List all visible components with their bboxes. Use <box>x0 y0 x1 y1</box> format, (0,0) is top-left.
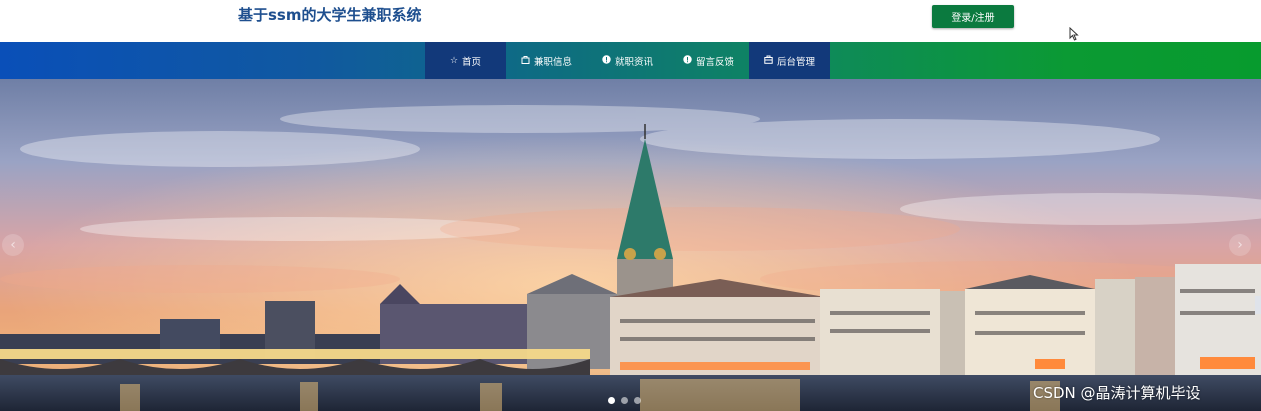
nav-item-label: 留言反馈 <box>695 56 734 68</box>
nav-item-feedback[interactable]: 留言反馈 <box>668 42 749 79</box>
star-icon: ☆ <box>449 55 459 66</box>
nav-item-label: 后台管理 <box>776 56 815 68</box>
hero-image <box>0 79 1261 411</box>
watermark: CSDN @晶涛计算机毕设 <box>1033 384 1201 402</box>
info-icon <box>602 54 611 67</box>
carousel-dot[interactable] <box>608 397 615 404</box>
login-register-button[interactable]: 登录/注册 <box>932 5 1014 28</box>
scroll-edge-tab[interactable] <box>1255 296 1261 314</box>
mouse-cursor-icon <box>1069 27 1079 41</box>
main-navbar: ☆ 首页 兼职信息 就职资讯 留言反馈 后台管理 <box>0 42 1261 79</box>
carousel-prev-arrow[interactable]: ‹ <box>2 234 24 256</box>
nav-item-label: 兼职信息 <box>533 56 572 68</box>
carousel-indicators <box>608 397 641 404</box>
carousel-next-arrow[interactable]: › <box>1229 234 1251 256</box>
carousel-dot[interactable] <box>621 397 628 404</box>
bag-icon <box>521 55 530 67</box>
briefcase-icon <box>764 55 773 67</box>
nav-item-label: 首页 <box>462 56 482 68</box>
nav-item-part-time-jobs[interactable]: 兼职信息 <box>506 42 587 79</box>
hero-carousel[interactable] <box>0 79 1261 411</box>
nav-item-home[interactable]: ☆ 首页 <box>425 42 506 79</box>
carousel-dot[interactable] <box>634 397 641 404</box>
header: 基于ssm的大学生兼职系统 登录/注册 <box>0 0 1261 42</box>
nav-item-career-news[interactable]: 就职资讯 <box>587 42 668 79</box>
nav-item-label: 就职资讯 <box>614 56 653 68</box>
info-icon <box>683 54 692 67</box>
site-title[interactable]: 基于ssm的大学生兼职系统 <box>238 4 422 25</box>
nav-item-admin[interactable]: 后台管理 <box>749 42 830 79</box>
